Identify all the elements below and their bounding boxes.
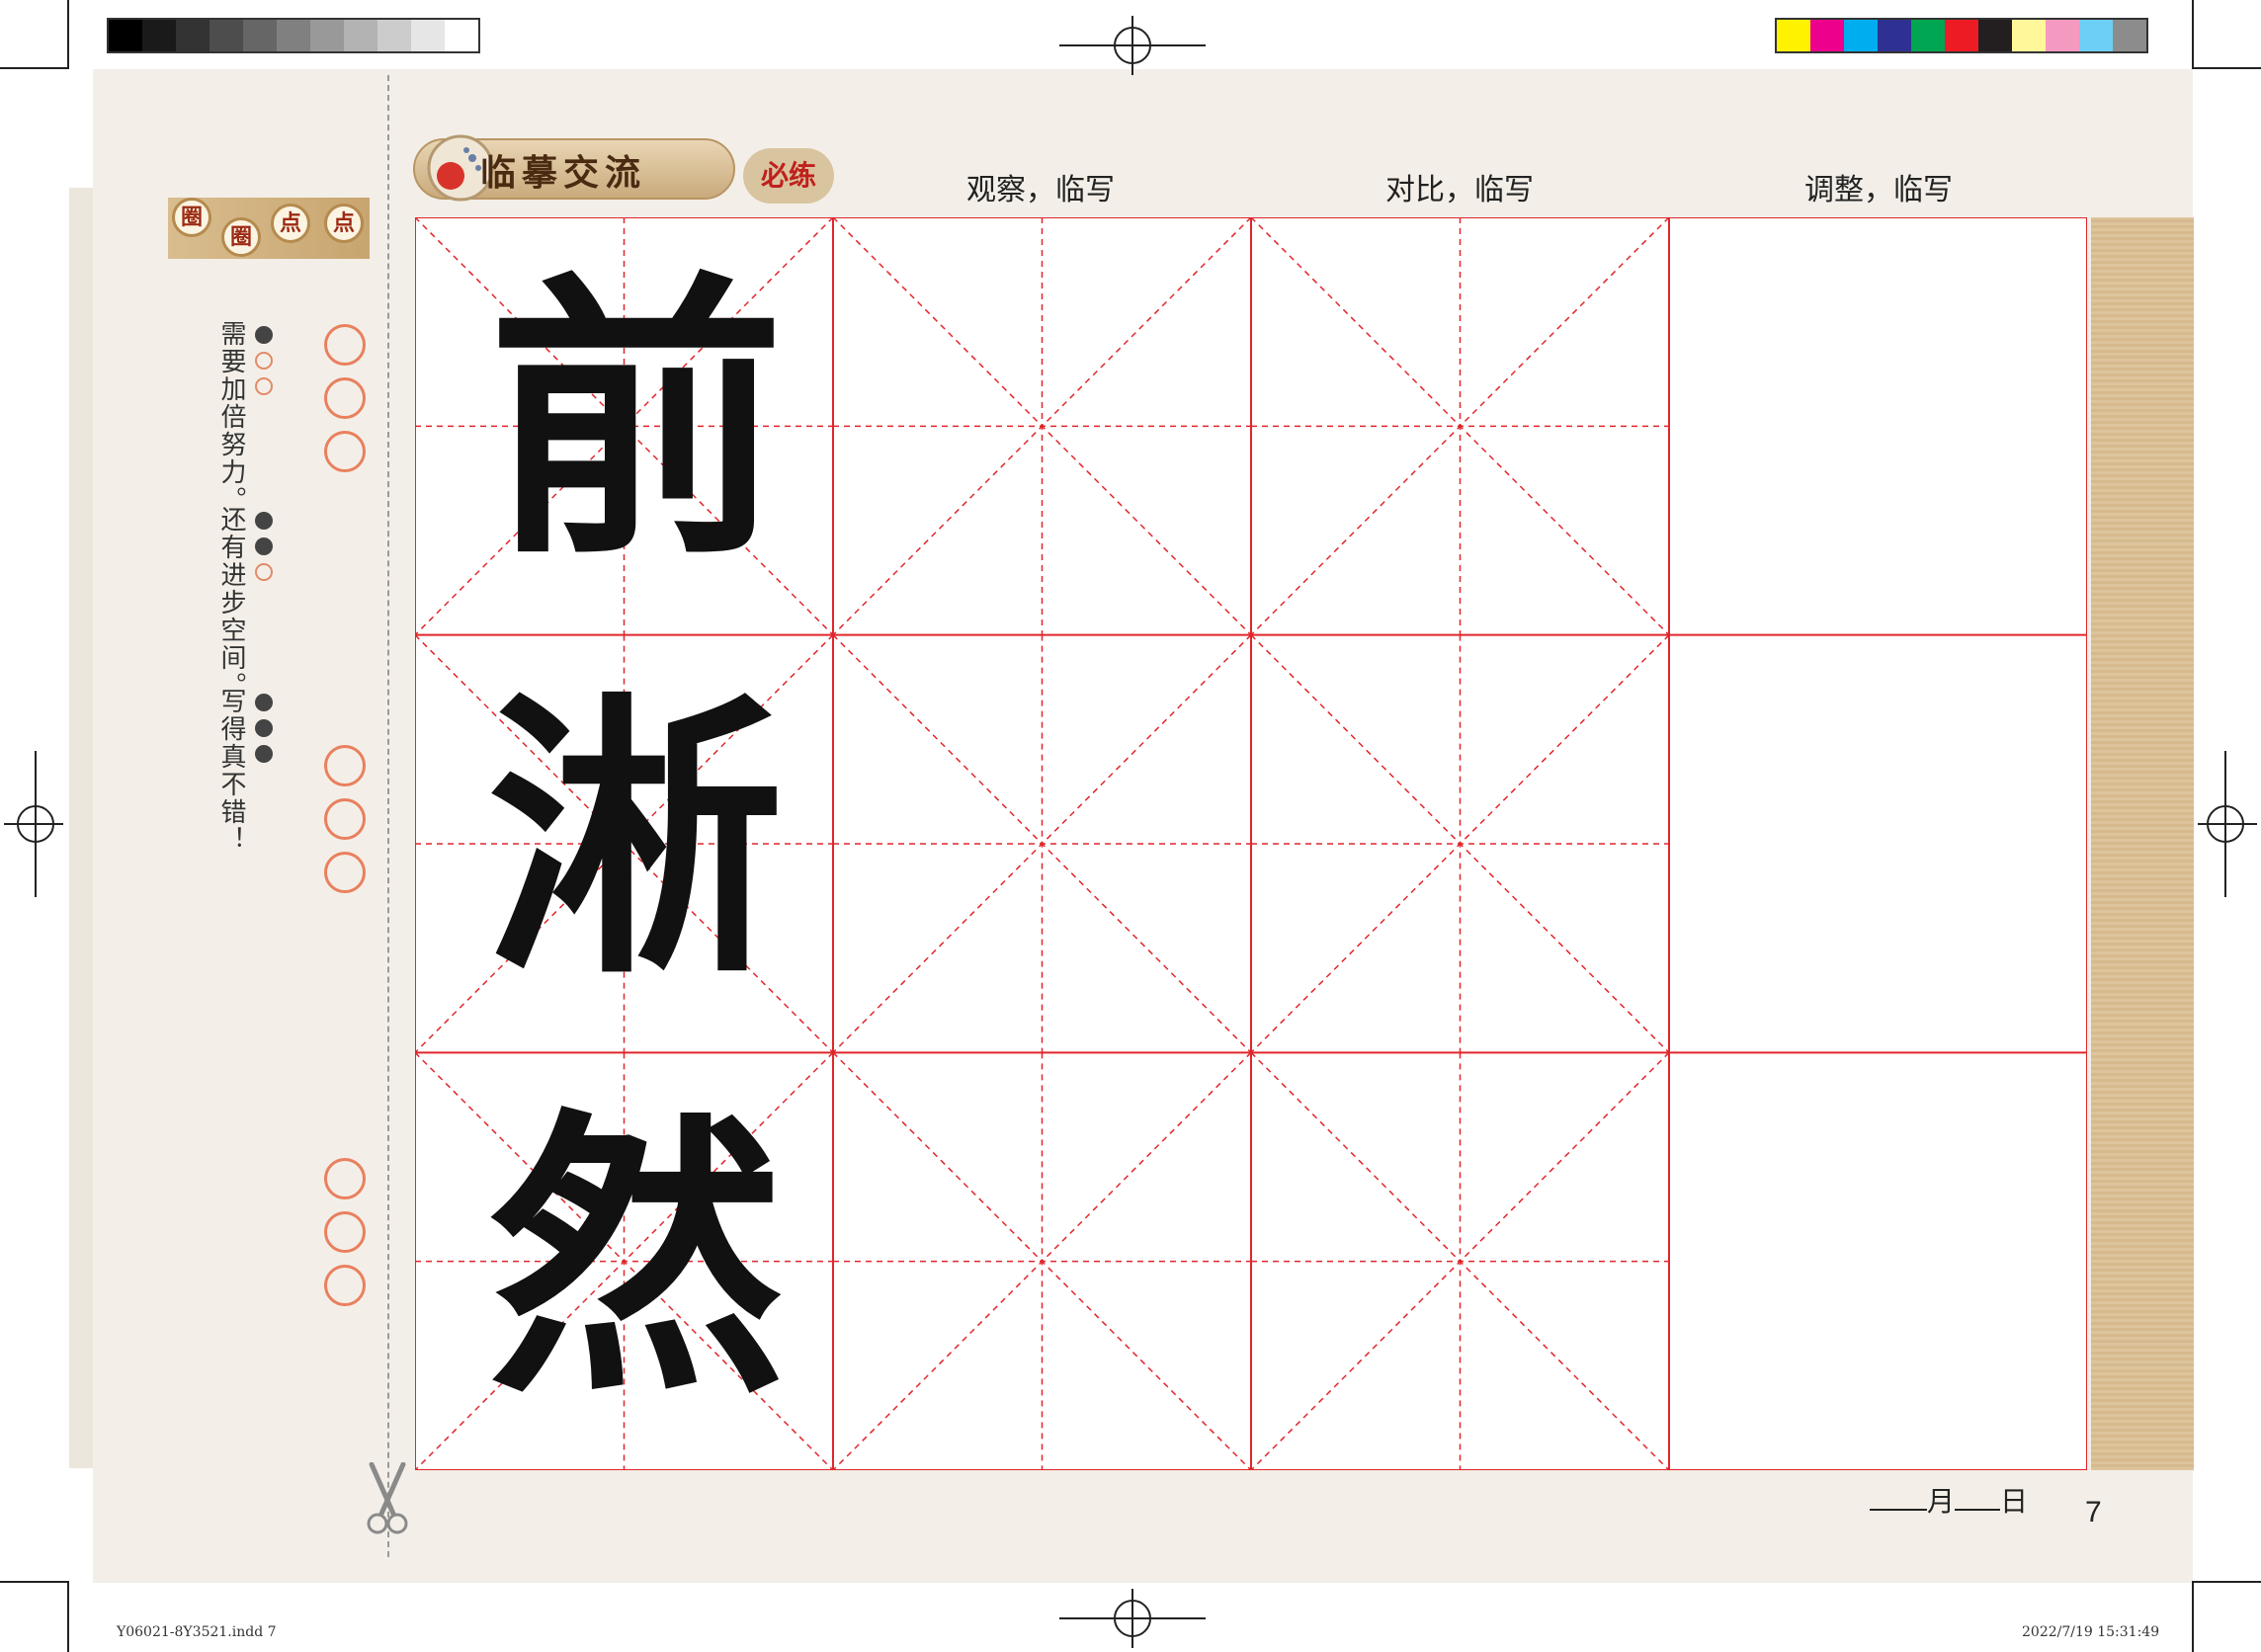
- rating-dot-filled: [255, 694, 273, 711]
- rating-circle[interactable]: [324, 1158, 366, 1199]
- rating-dot-filled: [255, 326, 273, 344]
- calibration-swatch: [142, 20, 176, 51]
- calibration-swatch: [1911, 20, 1945, 51]
- calibration-swatch: [1945, 20, 1978, 51]
- calibration-swatch: [243, 20, 277, 51]
- evaluation-title-char: 点: [324, 204, 364, 243]
- calibration-swatch: [277, 20, 310, 51]
- grayscale-calibration-bar: [107, 18, 480, 53]
- calibration-swatch: [310, 20, 344, 51]
- month-label: 月: [1927, 1485, 1956, 1518]
- page-number: 7: [2085, 1496, 2102, 1528]
- crop-mark: [2192, 1581, 2261, 1583]
- crop-mark: [67, 1583, 69, 1652]
- rating-dot-filled: [255, 719, 273, 737]
- evaluation-title-char: 圈: [221, 217, 261, 257]
- model-character-1: 前: [488, 246, 785, 595]
- section-title: 临摹交流: [480, 152, 647, 194]
- rating-circle[interactable]: [324, 324, 366, 366]
- rating-dot-filled: [255, 745, 273, 763]
- model-character-2: 淅: [488, 665, 785, 1014]
- rating-dot-filled: [255, 512, 273, 530]
- crop-mark: [0, 1581, 69, 1583]
- day-label: 日: [2000, 1485, 2029, 1518]
- crop-mark: [0, 67, 69, 69]
- calibration-swatch: [1777, 20, 1810, 51]
- registration-mark-left: [4, 751, 63, 897]
- rating-text-1: 需要加倍努力。: [216, 320, 246, 514]
- calibration-swatch: [1810, 20, 1844, 51]
- crop-mark: [2192, 1583, 2194, 1652]
- required-badge: 必练: [743, 148, 834, 204]
- calibration-swatch: [109, 20, 142, 51]
- rating-text-2: 还有进步空间。: [216, 506, 246, 700]
- evaluation-title-char: 点: [271, 204, 310, 243]
- color-calibration-bar: [1775, 18, 2148, 53]
- calibration-swatch: [1978, 20, 2012, 51]
- cut-line: [387, 75, 389, 1557]
- rating-circle[interactable]: [324, 1211, 366, 1253]
- calibration-swatch: [2012, 20, 2046, 51]
- rating-circle[interactable]: [324, 377, 366, 419]
- rating-circle[interactable]: [324, 798, 366, 840]
- rating-circle[interactable]: [324, 1265, 366, 1306]
- calibration-swatch: [377, 20, 411, 51]
- calibration-swatch: [1844, 20, 1878, 51]
- registration-mark-right: [2198, 751, 2257, 897]
- scissors-icon: [367, 1462, 408, 1534]
- calibration-swatch: [176, 20, 209, 51]
- calibration-swatch: [209, 20, 243, 51]
- model-character-3: 然: [488, 1084, 785, 1433]
- rating-circle[interactable]: [324, 431, 366, 472]
- calibration-swatch: [411, 20, 445, 51]
- calibration-swatch: [344, 20, 377, 51]
- column-heading-adjust: 调整，临写: [1804, 173, 1953, 207]
- calibration-swatch: [2113, 20, 2146, 51]
- rating-dot-empty: [255, 377, 273, 395]
- paper-texture-strip: [2091, 217, 2194, 1470]
- column-heading-observe: 观察，临写: [966, 173, 1115, 207]
- calibration-swatch: [445, 20, 478, 51]
- rating-circle[interactable]: [324, 852, 366, 893]
- rating-dot-empty: [255, 352, 273, 370]
- rating-dot-filled: [255, 537, 273, 555]
- left-bleed-strip: [69, 188, 93, 1468]
- date-field[interactable]: 月日: [1870, 1480, 2028, 1520]
- column-heading-compare: 对比，临写: [1385, 173, 1534, 207]
- calibration-swatch: [2046, 20, 2079, 51]
- crop-mark: [2192, 0, 2194, 69]
- rating-circle[interactable]: [324, 745, 366, 786]
- footer-timestamp: 2022/7/19 15:31:49: [2022, 1624, 2160, 1640]
- calibration-swatch: [2079, 20, 2113, 51]
- footer-file-name: Y06021-8Y3521.indd 7: [117, 1624, 277, 1640]
- rating-dot-empty: [255, 563, 273, 581]
- registration-mark-top: [1059, 16, 1206, 75]
- crop-mark: [2192, 67, 2261, 69]
- evaluation-title-char: 圈: [172, 198, 211, 237]
- rating-text-3: 写得真不错！: [216, 688, 246, 854]
- calibration-swatch: [1878, 20, 1911, 51]
- crop-mark: [67, 0, 69, 69]
- registration-mark-bottom: [1059, 1589, 1206, 1648]
